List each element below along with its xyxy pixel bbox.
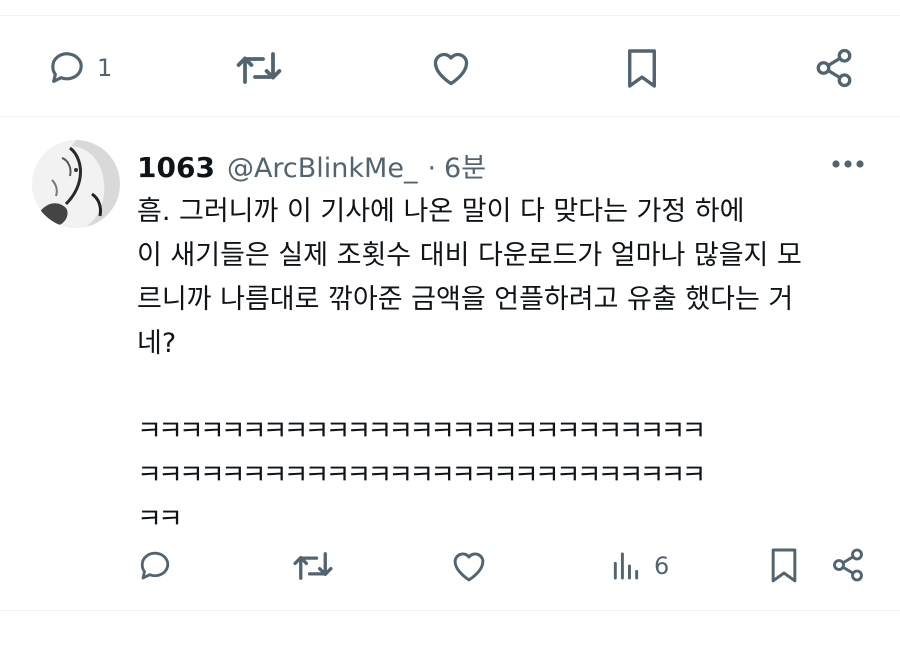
header-separator: · — [427, 153, 437, 184]
reply-button[interactable] — [44, 48, 90, 88]
tweet-time[interactable]: 6분 — [444, 146, 486, 185]
share-button[interactable] — [812, 46, 856, 90]
views-count: 6 — [654, 552, 670, 580]
tweet-action-bar: 6 — [0, 540, 900, 592]
user-handle[interactable]: @ArcBlinkMe_ — [227, 153, 418, 184]
reply-count: 1 — [97, 54, 113, 82]
heart-icon — [450, 549, 488, 583]
tweet-header: 1063 @ArcBlinkMe_ · 6분 — [137, 146, 486, 185]
tweet-line: 네? — [137, 328, 177, 359]
like-button[interactable] — [428, 48, 474, 88]
bookmark-icon — [625, 47, 659, 89]
tweet-line — [137, 366, 867, 410]
retweet-icon — [292, 548, 334, 584]
retweet-button[interactable] — [234, 48, 284, 88]
share-icon — [830, 547, 866, 583]
views-button[interactable] — [606, 546, 646, 586]
bookmark-button[interactable] — [622, 46, 662, 90]
display-name[interactable]: 1063 — [137, 151, 215, 184]
tweet-line: 르니까 나름대로 깎아준 금액을 언플하려고 유출 했다는 거 — [137, 284, 794, 315]
tweet-line: ㅋㅋ — [137, 504, 183, 535]
share-button[interactable] — [828, 544, 868, 586]
heart-icon — [430, 49, 472, 87]
bookmark-button[interactable] — [766, 544, 802, 586]
top-action-bar: 1 — [0, 40, 900, 96]
tweet-line: 흠. 그러니까 이 기사에 나온 말이 다 맞다는 가정 하에 — [137, 196, 745, 227]
tweet-divider — [0, 116, 900, 117]
more-dots-icon — [831, 159, 865, 169]
tweet-line: ㅋㅋㅋㅋㅋㅋㅋㅋㅋㅋㅋㅋㅋㅋㅋㅋㅋㅋㅋㅋㅋㅋㅋㅋㅋㅋㅋ — [137, 460, 706, 491]
bar-chart-icon — [610, 550, 642, 582]
share-icon — [813, 47, 855, 89]
speech-bubble-icon — [46, 48, 88, 88]
retweet-button[interactable] — [290, 546, 336, 586]
reply-button[interactable] — [134, 546, 176, 586]
bottom-divider — [0, 610, 900, 611]
like-button[interactable] — [448, 546, 490, 586]
bookmark-icon — [769, 546, 799, 584]
retweet-icon — [235, 48, 283, 88]
tweet-line: ㅋㅋㅋㅋㅋㅋㅋㅋㅋㅋㅋㅋㅋㅋㅋㅋㅋㅋㅋㅋㅋㅋㅋㅋㅋㅋㅋ — [137, 416, 706, 447]
top-divider — [0, 15, 900, 16]
more-options-button[interactable] — [828, 148, 868, 180]
tweet-line: 이 새기들은 실제 조횟수 대비 다운로드가 얼마나 많을지 모 — [137, 240, 802, 271]
tweet-text: 흠. 그러니까 이 기사에 나온 말이 다 맞다는 가정 하에 이 새기들은 실… — [137, 190, 867, 542]
speech-bubble-icon — [136, 548, 174, 584]
avatar[interactable] — [32, 140, 120, 228]
